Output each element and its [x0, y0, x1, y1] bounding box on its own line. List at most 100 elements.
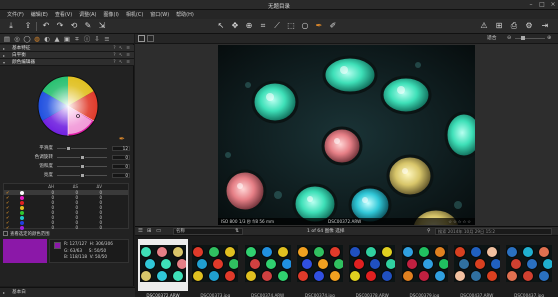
thumbnail-image[interactable]: [401, 245, 448, 282]
thumbnail-image[interactable]: [453, 245, 500, 282]
crop-tool-icon[interactable]: ⌗: [258, 21, 268, 31]
menu-edit[interactable]: 编辑(E): [31, 11, 48, 18]
slider-track[interactable]: [57, 148, 107, 149]
section-white-balance[interactable]: ▸ 白平衡? ↖ ≡: [0, 52, 134, 59]
slider-value-field[interactable]: 12: [112, 146, 130, 151]
thumbnail-image[interactable]: [349, 245, 396, 282]
main-photo[interactable]: [218, 45, 475, 225]
view-range-row[interactable]: 查看选定的颜色范围: [3, 231, 129, 238]
thumbnail-image[interactable]: [140, 245, 186, 282]
thumbnail[interactable]: DSC00374.jpg: [295, 239, 345, 297]
color-picker-tool-icon[interactable]: ✒: [314, 21, 324, 31]
search-input[interactable]: 搜索 2014年 10月 29日 15:2: [435, 228, 552, 235]
spot-tool-icon[interactable]: ○: [300, 21, 310, 31]
row-check-icon[interactable]: ✔: [6, 225, 9, 230]
zoom-slider-knob[interactable]: [521, 36, 525, 40]
thumbnail[interactable]: DSC00437.jpg: [504, 239, 554, 297]
import-icon[interactable]: ⤓: [6, 21, 16, 31]
zoom-in-icon[interactable]: ⊕: [547, 35, 551, 41]
local-tab-icon[interactable]: ▣: [63, 35, 71, 43]
slider-saturation[interactable]: 饱和度 0: [0, 163, 134, 170]
grid-view-icon[interactable]: ⊞: [147, 228, 152, 234]
warning-icon[interactable]: ⚠: [479, 21, 489, 31]
section-basic[interactable]: ▸ 基本特征? ↖ ≡: [0, 45, 134, 52]
process-icon[interactable]: ⚙: [524, 21, 534, 31]
thumbnail[interactable]: DSC00437.ARW: [452, 239, 502, 297]
eyedropper-icon[interactable]: ✒: [119, 135, 125, 143]
capture-tab-icon[interactable]: ◎: [13, 35, 21, 43]
minimize-icon[interactable]: –: [526, 1, 536, 9]
library-tab-icon[interactable]: ▤: [3, 35, 11, 43]
view-range-checkbox[interactable]: [3, 231, 8, 236]
pan-tool-icon[interactable]: ✥: [230, 21, 240, 31]
slider-smoothness[interactable]: 平滑度 12: [0, 145, 134, 152]
color-wheel[interactable]: [36, 74, 100, 138]
slider-hue-rotation[interactable]: 色调旋转 0: [0, 154, 134, 161]
export-icon[interactable]: ⇪: [23, 21, 33, 31]
menu-adjust[interactable]: 调整(A): [79, 11, 96, 18]
thumbnail[interactable]: DSC00372.ARW: [138, 239, 188, 297]
menu-file[interactable]: 文件(F): [7, 11, 24, 18]
list-view-icon[interactable]: ☰: [138, 228, 143, 234]
maximize-icon[interactable]: □: [537, 1, 547, 9]
slider-value-field[interactable]: 0: [112, 173, 130, 178]
straighten-tool-icon[interactable]: ⟋: [272, 21, 282, 31]
sort-dropdown[interactable]: 名称: [173, 228, 243, 235]
picker-icon[interactable]: ✎: [83, 21, 93, 31]
section-color-editor[interactable]: ▾ 颜色编辑器? ↖ ≡: [0, 59, 134, 66]
zoom-slider[interactable]: [515, 38, 545, 39]
single-view-icon[interactable]: [138, 35, 145, 42]
output-icon[interactable]: ⇥: [540, 21, 550, 31]
thumbnail-image[interactable]: [506, 245, 553, 282]
thumbnail[interactable]: DSC00379.jpg: [400, 239, 450, 297]
color-tab-icon[interactable]: ◍: [33, 35, 41, 43]
slider-value-field[interactable]: 0: [112, 155, 130, 160]
filter-icon[interactable]: ⚲: [427, 228, 431, 234]
zoom-dropdown[interactable]: 适合: [487, 35, 497, 43]
menu-help[interactable]: 帮助(H): [176, 11, 194, 18]
thumbnail-image[interactable]: [192, 245, 239, 282]
color-range-row[interactable]: ✔ 0 0 0: [4, 225, 128, 230]
grid-icon[interactable]: ⊞: [494, 21, 504, 31]
batch-tab-icon[interactable]: ≡: [103, 35, 111, 43]
section-controls-icon[interactable]: ? ↖ ≡: [113, 52, 131, 59]
slider-value-field[interactable]: 0: [112, 164, 130, 169]
metadata-tab-icon[interactable]: ⓘ: [83, 35, 91, 43]
detail-tab-icon[interactable]: ▲: [53, 35, 61, 43]
filmstrip-view-icon[interactable]: ▭: [156, 228, 161, 234]
rotate-right-icon[interactable]: ↷: [55, 21, 65, 31]
menu-camera[interactable]: 相机(C): [126, 11, 143, 18]
slider-lightness[interactable]: 亮度 0: [0, 172, 134, 179]
section-bottom[interactable]: ▸ 基本白: [0, 287, 135, 297]
output-tab-icon[interactable]: ⇩: [93, 35, 101, 43]
section-controls-icon[interactable]: ? ↖ ≡: [113, 45, 131, 52]
rotate-left-icon[interactable]: ↶: [41, 21, 51, 31]
thumbnail[interactable]: DSC00374.ARW: [243, 239, 293, 297]
cursor-tool-icon[interactable]: ↖: [216, 21, 226, 31]
menu-image[interactable]: 图像(I): [104, 11, 119, 18]
zoom-out-icon[interactable]: ⊖: [507, 35, 511, 41]
menu-window[interactable]: 窗口(W): [150, 11, 169, 18]
brush-tool-icon[interactable]: ✐: [328, 21, 338, 31]
slider-knob[interactable]: [66, 146, 71, 151]
multi-view-icon[interactable]: [147, 35, 154, 42]
thumbnail-image[interactable]: [296, 245, 343, 282]
rating-icons[interactable]: ☆☆☆☆☆: [448, 218, 472, 225]
exposure-tab-icon[interactable]: ◐: [43, 35, 51, 43]
section-controls-icon[interactable]: ? ↖ ≡: [113, 59, 131, 66]
zoom-tool-icon[interactable]: ⊕: [244, 21, 254, 31]
menu-view[interactable]: 查看(V): [55, 11, 72, 18]
reset-icon[interactable]: ⟲: [69, 21, 79, 31]
lens-tab-icon[interactable]: ◯: [23, 35, 31, 43]
copy-adjust-icon[interactable]: ⇲: [97, 21, 107, 31]
thumbnail[interactable]: DSC00373.jpg: [190, 239, 240, 297]
close-icon[interactable]: ×: [548, 1, 558, 9]
slider-knob[interactable]: [80, 173, 85, 178]
thumbnail-image[interactable]: [244, 245, 291, 282]
print-icon[interactable]: ⎙: [509, 21, 519, 31]
slider-knob[interactable]: [80, 155, 85, 160]
keystone-tool-icon[interactable]: ⬚: [286, 21, 296, 31]
slider-knob[interactable]: [80, 164, 85, 169]
sort-order-icon[interactable]: ⇅: [235, 228, 239, 234]
composition-tab-icon[interactable]: ⌗: [73, 35, 81, 43]
